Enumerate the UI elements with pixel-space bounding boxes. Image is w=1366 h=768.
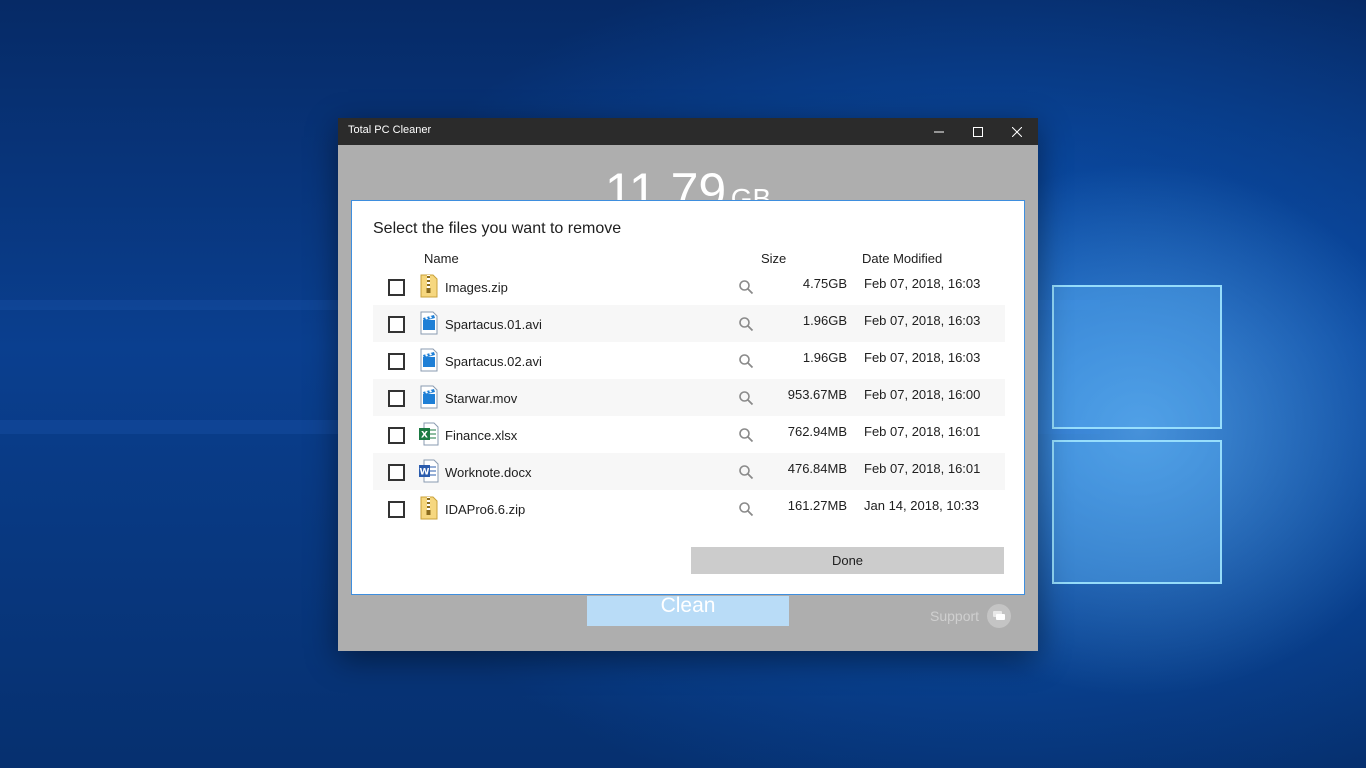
file-size: 476.84MB (787, 461, 847, 476)
file-checkbox[interactable] (388, 427, 405, 444)
maximize-icon (973, 126, 983, 137)
search-icon[interactable] (738, 464, 754, 485)
file-row[interactable]: Spartacus.01.avi 1.96GB Feb 07, 2018, 16:0… (373, 305, 1005, 342)
file-date: Feb 07, 2018, 16:01 (864, 461, 981, 476)
file-size: 161.27MB (787, 498, 847, 513)
file-size: 4.75GB (802, 276, 847, 291)
file-name: Worknote.docx (445, 465, 532, 480)
column-header-name: Name (424, 251, 459, 266)
minimize-button[interactable] (920, 118, 958, 145)
svg-text:X: X (421, 431, 428, 441)
done-button[interactable]: Done (691, 547, 1004, 574)
file-date: Feb 07, 2018, 16:03 (864, 276, 981, 291)
windows-logo-pane (1052, 285, 1222, 429)
clean-button[interactable]: Clean (587, 595, 789, 626)
dialog-heading: Select the files you want to remove (373, 220, 622, 237)
file-date: Jan 14, 2018, 10:33 (864, 498, 979, 513)
file-size: 762.94MB (787, 424, 847, 439)
file-date: Feb 07, 2018, 16:03 (864, 350, 981, 365)
windows-logo-pane (1052, 440, 1222, 584)
file-name: Spartacus.01.avi (445, 317, 542, 332)
minimize-icon (934, 131, 944, 132)
file-name: IDAPro6.6.zip (445, 502, 526, 517)
file-checkbox[interactable] (388, 353, 405, 370)
file-row[interactable]: Spartacus.02.avi 1.96GB Feb 07, 2018, 16:0… (373, 342, 1005, 379)
file-size: 1.96GB (802, 350, 847, 365)
search-icon[interactable] (738, 279, 754, 300)
file-row[interactable]: IDAPro6.6.zip 161.27MB Jan 14, 2018, 10:33 (373, 490, 1005, 527)
maximize-button[interactable] (959, 118, 997, 145)
file-row[interactable]: Starwar.mov 953.67MB Feb 07, 2018, 16:00 (373, 379, 1005, 416)
file-row[interactable]: X Finance.xlsx 762.94MB Feb 07, 2018, 16:01 (373, 416, 1005, 453)
file-date: Feb 07, 2018, 16:00 (864, 387, 981, 402)
close-icon (1012, 126, 1022, 137)
file-name: Images.zip (445, 280, 508, 295)
title-bar[interactable]: Total PC Cleaner (338, 118, 1038, 145)
video-file-icon (418, 385, 440, 409)
search-icon[interactable] (738, 390, 754, 411)
file-row[interactable]: Images.zip 4.75GB Feb 07, 2018, 16:03 (373, 268, 1005, 305)
chat-bubble-icon (987, 604, 1012, 628)
zip-file-icon (418, 274, 440, 298)
file-checkbox[interactable] (388, 501, 405, 518)
file-name: Starwar.mov (445, 391, 518, 406)
search-icon[interactable] (738, 353, 754, 374)
file-selection-dialog: Select the files you want to remove Name… (351, 200, 1025, 595)
file-size: 1.96GB (802, 313, 847, 328)
support-label: Support (930, 608, 980, 624)
file-checkbox[interactable] (388, 279, 405, 296)
video-file-icon (418, 348, 440, 372)
total-size-display: 11.79 GB (338, 162, 1038, 200)
search-icon[interactable] (738, 427, 754, 448)
file-date: Feb 07, 2018, 16:03 (864, 313, 981, 328)
file-checkbox[interactable] (388, 464, 405, 481)
file-checkbox[interactable] (388, 390, 405, 407)
file-name: Spartacus.02.avi (445, 354, 542, 369)
close-button[interactable] (998, 118, 1036, 145)
file-checkbox[interactable] (388, 316, 405, 333)
window-title: Total PC Cleaner (348, 124, 432, 136)
total-size-unit: GB (730, 183, 772, 200)
file-row[interactable]: W Worknote.docx 476.84MB Feb 07, 2018, 16:0… (373, 453, 1005, 490)
video-file-icon (418, 311, 440, 335)
column-header-size: Size (761, 251, 787, 266)
excel-file-icon: X (418, 422, 440, 446)
search-icon[interactable] (738, 316, 754, 337)
search-icon[interactable] (738, 501, 754, 522)
file-size: 953.67MB (787, 387, 847, 402)
word-file-icon: W (418, 459, 440, 483)
total-size-value: 11.79 (604, 163, 727, 200)
file-name: Finance.xlsx (445, 428, 518, 443)
support-link[interactable]: Support (930, 604, 1012, 628)
svg-text:W: W (420, 468, 430, 478)
zip-file-icon (418, 496, 440, 520)
file-date: Feb 07, 2018, 16:01 (864, 424, 981, 439)
column-header-date: Date Modified (862, 251, 943, 266)
